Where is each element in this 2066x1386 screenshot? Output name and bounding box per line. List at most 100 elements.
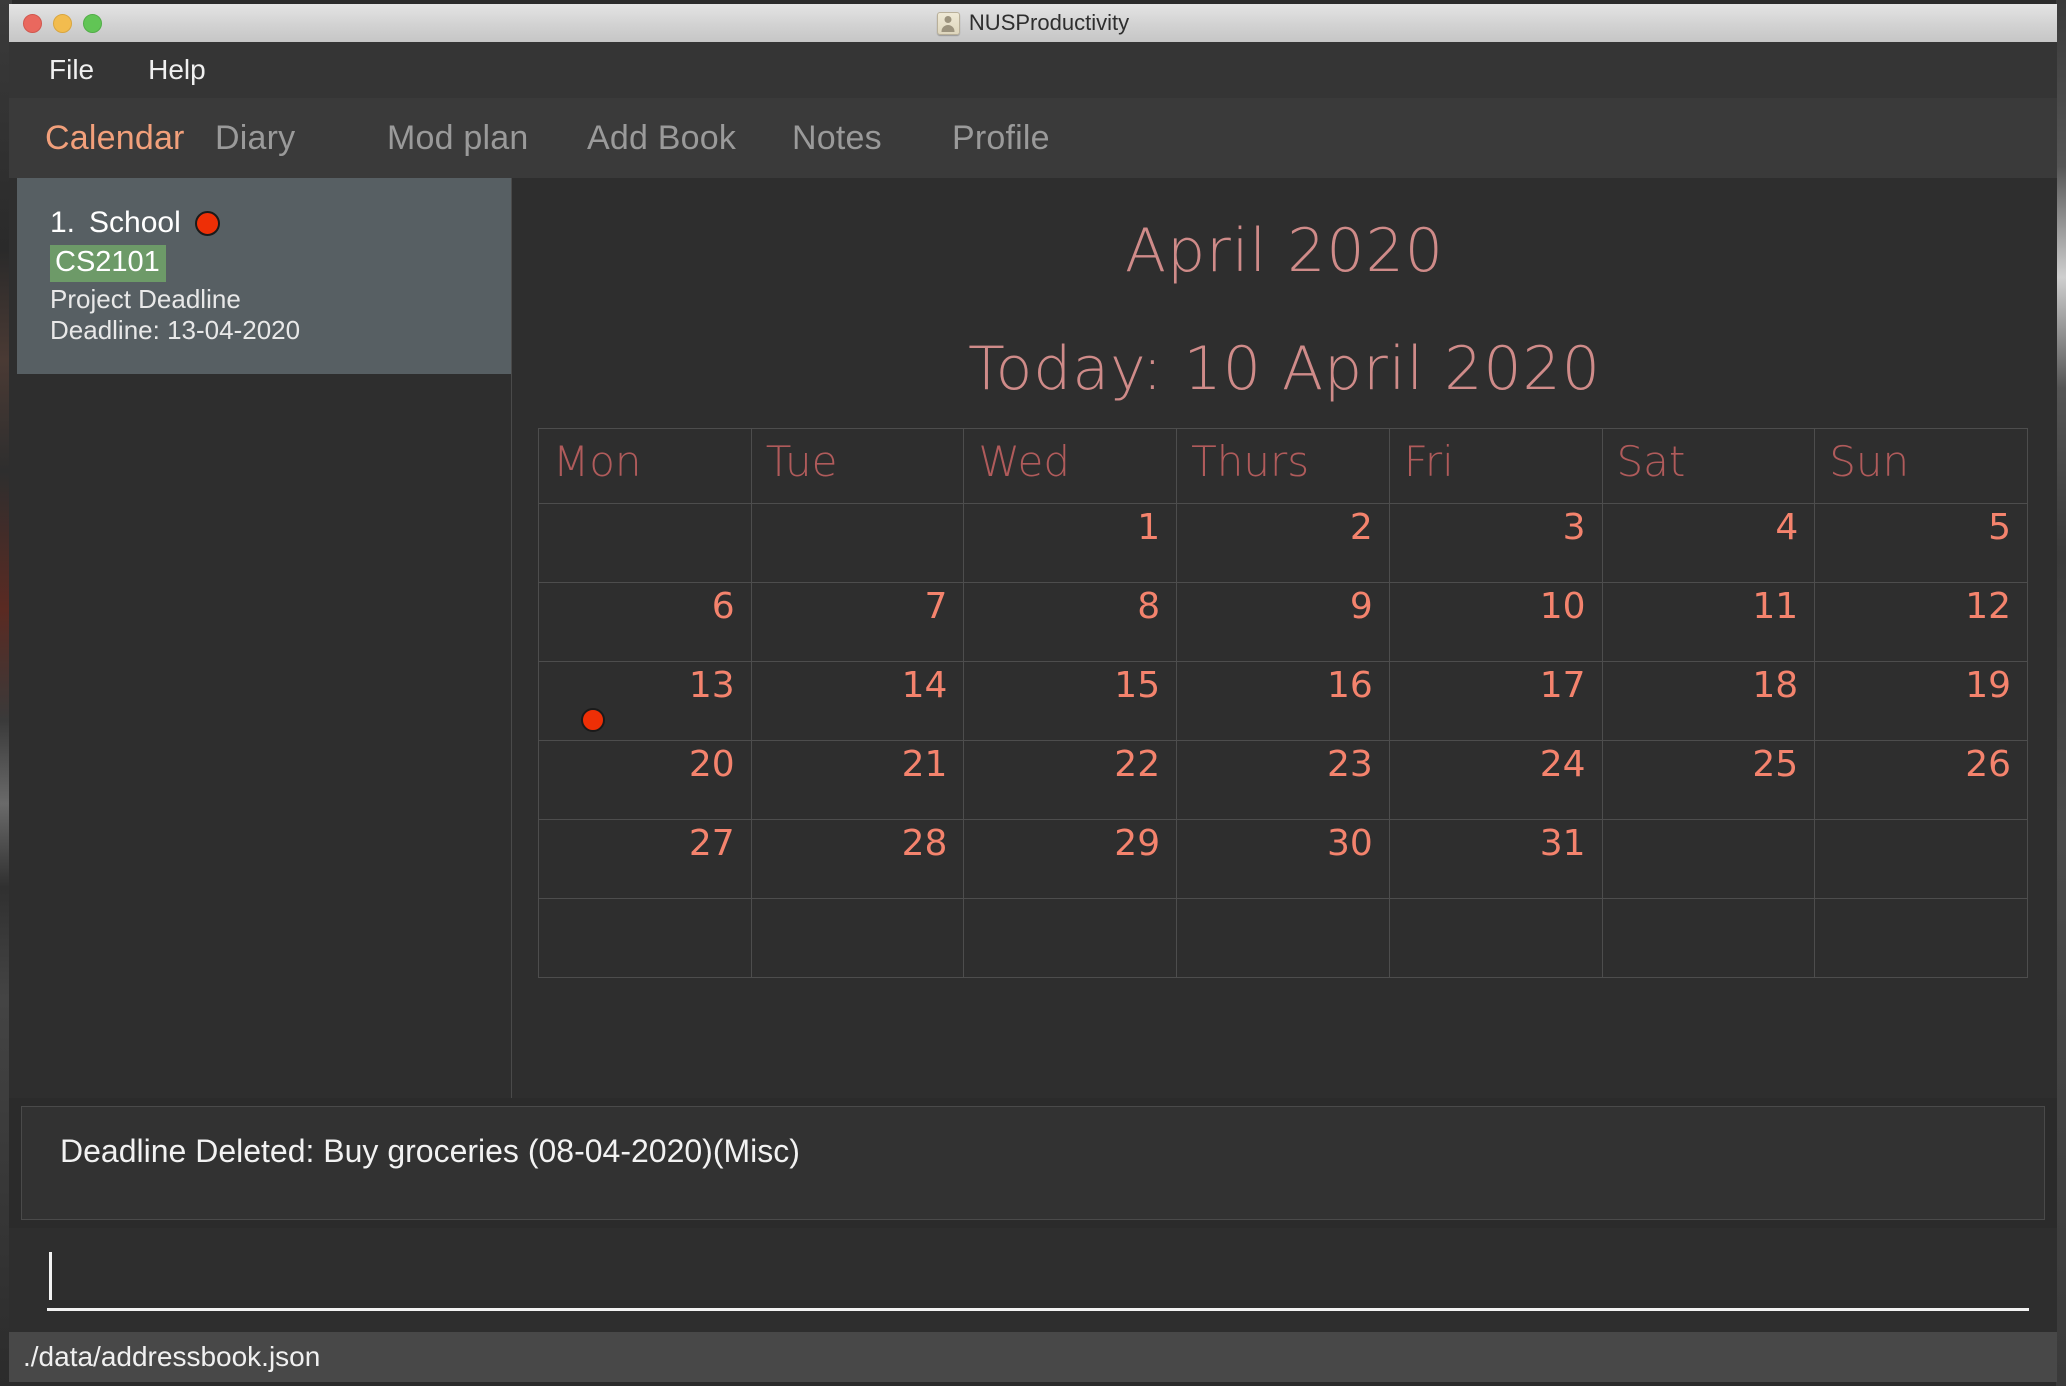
- calendar-week-row: 27 28 29 30 31: [538, 819, 2028, 899]
- calendar-day-cell[interactable]: 27: [538, 819, 752, 899]
- calendar-empty-cell: [1814, 819, 2028, 899]
- calendar-day-cell[interactable]: 8: [963, 582, 1178, 662]
- day-header-fri: Fri: [1388, 428, 1603, 504]
- calendar-day-number: 19: [1965, 665, 2011, 706]
- calendar-empty-cell: [963, 898, 1178, 978]
- calendar-day-cell[interactable]: 12: [1814, 582, 2028, 662]
- calendar-empty-cell: [750, 503, 965, 583]
- calendar-day-number: 13: [688, 665, 735, 706]
- result-display-wrapper: Deadline Deleted: Buy groceries (08-04-2…: [9, 1098, 2057, 1228]
- tab-notes[interactable]: Notes: [792, 98, 952, 178]
- calendar-empty-cell: [538, 898, 752, 978]
- calendar-day-cell[interactable]: 21: [750, 740, 965, 820]
- calendar-empty-cell: [1176, 898, 1390, 978]
- calendar-day-cell[interactable]: 7: [750, 582, 965, 662]
- calendar-day-number: 6: [711, 586, 735, 627]
- calendar-day-cell[interactable]: 4: [1601, 503, 1816, 583]
- tab-calendar[interactable]: Calendar: [45, 98, 215, 178]
- calendar-day-number: 17: [1539, 665, 1586, 706]
- calendar-empty-cell: [1601, 898, 1816, 978]
- calendar-day-cell[interactable]: 28: [750, 819, 965, 899]
- calendar-day-number: 20: [688, 744, 735, 785]
- calendar-day-number: 31: [1539, 823, 1586, 864]
- calendar-empty-cell: [750, 898, 965, 978]
- calendar-day-number: 12: [1965, 586, 2011, 627]
- deadline-list-panel[interactable]: 1. School CS2101 Project Deadline Deadli…: [9, 178, 512, 1098]
- calendar-day-cell[interactable]: 25: [1601, 740, 1816, 820]
- result-message: Deadline Deleted: Buy groceries (08-04-2…: [60, 1133, 800, 1169]
- calendar-day-number: 7: [924, 586, 948, 627]
- calendar-day-number: 30: [1327, 823, 1373, 864]
- day-header-sat: Sat: [1601, 428, 1816, 504]
- application-window: NUSProductivity File Help Calendar Diary…: [0, 0, 2066, 1386]
- menu-item-help[interactable]: Help: [140, 52, 214, 88]
- calendar-day-number: 9: [1349, 586, 1373, 627]
- calendar-day-number: 28: [901, 823, 948, 864]
- calendar-day-cell[interactable]: 1: [963, 503, 1178, 583]
- calendar-grid: Mon Tue Wed Thurs Fri Sat Sun 1234567891…: [538, 428, 2028, 978]
- calendar-day-cell[interactable]: 31: [1388, 819, 1603, 899]
- calendar-week-row: [538, 898, 2028, 978]
- calendar-body: 1 2 3 4 5 6 7 8 9 10 11 12 13 14 15 16 17 18 19 20 21 22 23 24 2…: [538, 503, 2028, 978]
- calendar-day-number: 5: [1988, 507, 2011, 548]
- main-content-area: 1. School CS2101 Project Deadline Deadli…: [9, 178, 2057, 1098]
- calendar-day-number: 15: [1114, 665, 1161, 706]
- calendar-day-cell[interactable]: 30: [1176, 819, 1390, 899]
- calendar-day-number: 29: [1114, 823, 1161, 864]
- calendar-empty-cell: [1601, 819, 1816, 899]
- calendar-day-number: 27: [688, 823, 735, 864]
- calendar-day-cell[interactable]: 20: [538, 740, 752, 820]
- calendar-day-cell[interactable]: 17: [1388, 661, 1603, 741]
- calendar-day-cell[interactable]: 5: [1814, 503, 2028, 583]
- calendar-day-cell[interactable]: 23: [1176, 740, 1390, 820]
- text-caret: [49, 1252, 52, 1300]
- tab-diary[interactable]: Diary: [215, 98, 387, 178]
- calendar-day-cell[interactable]: 16: [1176, 661, 1390, 741]
- calendar-day-cell[interactable]: 29: [963, 819, 1178, 899]
- list-item-index: 1.: [50, 206, 76, 239]
- menu-item-file[interactable]: File: [41, 52, 102, 88]
- tab-add-book[interactable]: Add Book: [587, 98, 792, 178]
- list-item[interactable]: 1. School CS2101 Project Deadline Deadli…: [17, 178, 511, 374]
- calendar-day-number: 25: [1752, 744, 1799, 785]
- calendar-day-number: 3: [1562, 507, 1586, 548]
- calendar-day-cell[interactable]: 9: [1176, 582, 1390, 662]
- calendar-day-cell[interactable]: 3: [1388, 503, 1603, 583]
- calendar-day-cell[interactable]: 11: [1601, 582, 1816, 662]
- calendar-day-cell[interactable]: 10: [1388, 582, 1603, 662]
- priority-dot-icon: [194, 210, 220, 236]
- calendar-day-cell[interactable]: 19: [1814, 661, 2028, 741]
- calendar-day-cell[interactable]: 13: [538, 661, 752, 741]
- calendar-empty-cell: [1388, 898, 1603, 978]
- day-header-mon: Mon: [538, 428, 752, 504]
- calendar-week-row: 13 14 15 16 17 18 19: [538, 661, 2028, 741]
- command-input-wrapper[interactable]: [9, 1228, 2057, 1332]
- calendar-day-cell[interactable]: 24: [1388, 740, 1603, 820]
- calendar-day-number: 24: [1539, 744, 1586, 785]
- calendar-empty-cell: [1814, 898, 2028, 978]
- calendar-day-cell[interactable]: 22: [963, 740, 1178, 820]
- calendar-month-title: April 2020: [1125, 216, 1444, 286]
- day-header-wed: Wed: [963, 428, 1178, 504]
- tab-profile[interactable]: Profile: [952, 98, 1132, 178]
- day-header-sun: Sun: [1814, 428, 2028, 504]
- calendar-day-cell[interactable]: 18: [1601, 661, 1816, 741]
- command-input[interactable]: [47, 1250, 2029, 1311]
- calendar-day-cell[interactable]: 6: [538, 582, 752, 662]
- calendar-day-cell[interactable]: 14: [750, 661, 965, 741]
- calendar-event-dot-icon: [581, 708, 605, 732]
- day-header-thurs: Thurs: [1176, 428, 1390, 504]
- deadline-description: Project Deadline: [50, 284, 241, 314]
- tab-mod-plan[interactable]: Mod plan: [387, 98, 587, 178]
- calendar-day-cell[interactable]: 2: [1176, 503, 1390, 583]
- calendar-day-cell[interactable]: 26: [1814, 740, 2028, 820]
- calendar-week-row: 20 21 22 23 24 25 26: [538, 740, 2028, 820]
- calendar-day-number: 4: [1775, 507, 1799, 548]
- window-title-group: NUSProductivity: [9, 4, 2057, 42]
- calendar-week-row: 6 7 8 9 10 11 12: [538, 582, 2028, 662]
- calendar-day-number: 18: [1752, 665, 1799, 706]
- deadline-date: Deadline: 13-04-2020: [50, 314, 301, 345]
- calendar-day-cell[interactable]: 15: [963, 661, 1178, 741]
- calendar-day-number: 26: [1965, 744, 2011, 785]
- list-item-title: School: [89, 206, 181, 239]
